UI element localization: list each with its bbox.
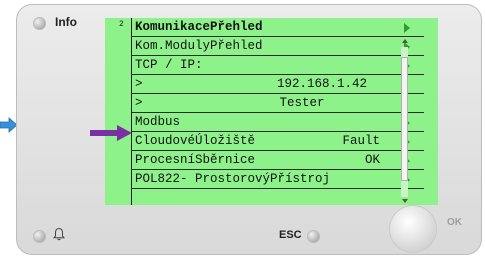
row-label: ProcesníSběrnice — [135, 153, 256, 167]
menu-row[interactable]: ProcesníSběrnice OK — [132, 151, 424, 170]
ip-address-value: 192.168.1.42 — [276, 77, 367, 91]
display-screen: 2 KomunikacePřehled Kom.ModulyPřehled TC… — [105, 18, 438, 205]
row-label: Kom.ModulyPřehled — [135, 39, 263, 53]
menu-row[interactable]: KomunikacePřehled — [132, 18, 424, 37]
row-label: > — [135, 77, 143, 91]
menu-level: 2 — [119, 20, 124, 29]
pointer-arrow-icon — [90, 125, 132, 141]
row-label: KomunikacePřehled — [135, 20, 263, 34]
status-value: Fault — [342, 134, 380, 148]
info-led[interactable] — [33, 17, 46, 30]
esc-label: ESC — [279, 229, 302, 241]
hostname-value: Tester — [279, 96, 325, 110]
scroll-down-icon[interactable] — [402, 199, 408, 203]
scroll-up-icon[interactable] — [402, 39, 408, 43]
row-label: CloudovéÚložiště — [135, 134, 256, 148]
esc-button[interactable] — [307, 230, 320, 243]
row-label: Modbus — [135, 115, 181, 129]
info-label: Info — [55, 15, 77, 29]
menu-row[interactable]: POL822- ProstorovýPřístroj — [132, 170, 424, 189]
arrow-right-icon — [404, 23, 410, 33]
alarm-led — [33, 230, 46, 243]
menu-row[interactable]: Modbus — [132, 113, 424, 132]
row-label: TCP / IP: — [135, 58, 203, 72]
controller-panel: Info 2 KomunikacePřehled Kom.ModulyPřehl… — [16, 4, 482, 255]
menu-row[interactable]: CloudovéÚložiště Fault — [132, 132, 424, 151]
row-label: POL822- ProstorovýPřístroj — [135, 172, 331, 186]
bell-icon[interactable] — [53, 227, 65, 241]
scroll-track[interactable] — [401, 47, 408, 197]
menu-row[interactable]: TCP / IP: — [132, 56, 424, 75]
scrollbar[interactable] — [401, 39, 408, 204]
menu-row[interactable]: Kom.ModulyPřehled — [132, 37, 424, 56]
ok-label: OK — [447, 217, 462, 228]
status-value: OK — [364, 153, 380, 167]
scroll-thumb[interactable] — [401, 57, 408, 181]
menu-row: > 192.168.1.42 — [132, 75, 424, 94]
menu-list: KomunikacePřehled Kom.ModulyPřehled TCP … — [131, 18, 424, 205]
ok-button[interactable] — [390, 206, 436, 252]
menu-row: > Tester — [132, 94, 424, 113]
row-label: > — [135, 96, 143, 110]
